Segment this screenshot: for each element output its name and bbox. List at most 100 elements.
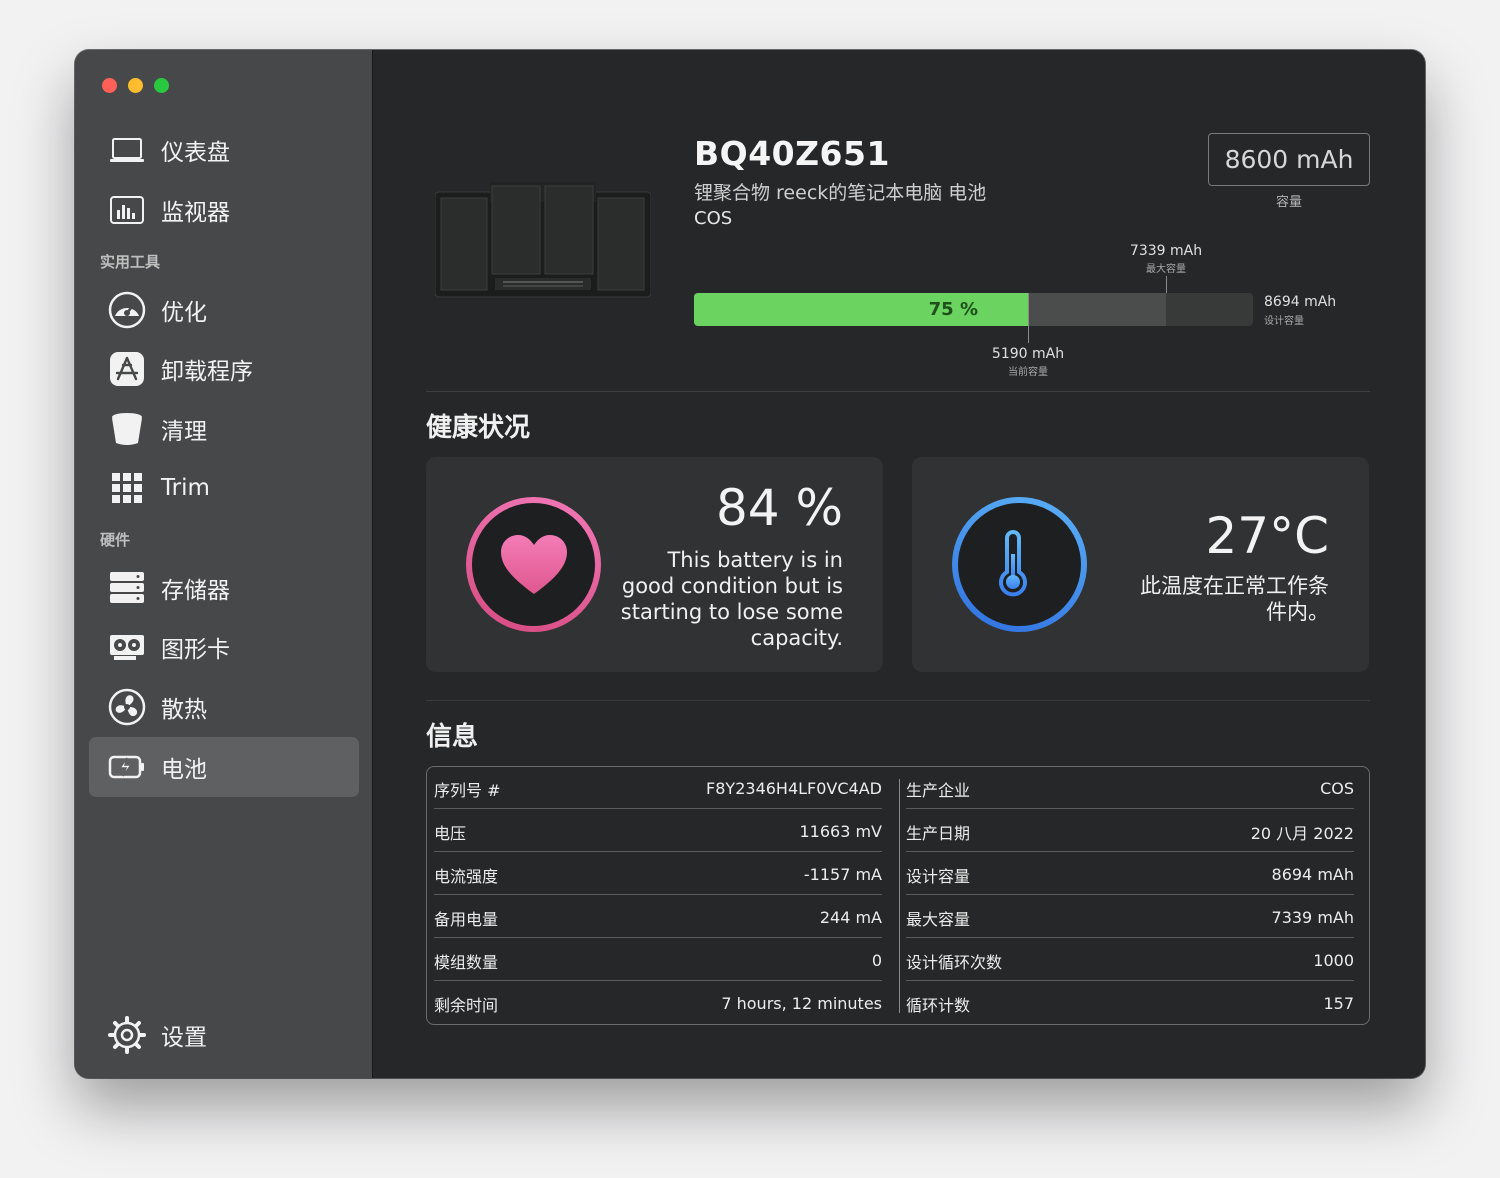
- row-divider: [434, 808, 882, 809]
- sidebar-item-label: 散热: [161, 697, 207, 723]
- info-row: 生产企业 COS: [906, 767, 1354, 810]
- max-capacity-value: 7339 mAh: [1129, 243, 1203, 259]
- info-value: 20 八月 2022: [1250, 823, 1354, 843]
- minimize-window-button[interactable]: [128, 78, 143, 93]
- info-row: 设计容量 8694 mAh: [906, 853, 1354, 896]
- info-row: 序列号 # F8Y2346H4LF0VC4AD: [434, 767, 882, 810]
- info-value: 7 hours, 12 minutes: [721, 994, 882, 1013]
- capacity-label: 容量: [1275, 195, 1302, 210]
- battery-subtitle: 锂聚合物 reeck的笔记本电脑 电池: [694, 182, 987, 204]
- info-row: 剩余时间 7 hours, 12 minutes: [434, 982, 882, 1024]
- capacity-percent: 75 %: [928, 299, 978, 320]
- zoom-window-button[interactable]: [154, 78, 169, 93]
- sidebar-item-optimize[interactable]: 优化: [89, 280, 359, 340]
- info-key: 设计循环次数: [906, 952, 1003, 972]
- section-heading-utilities: 实用工具: [100, 253, 161, 271]
- sidebar-item-label: 卸载程序: [161, 359, 253, 385]
- temperature-card: 27°C 此温度在正常工作条 件内。: [912, 457, 1369, 672]
- sidebar-item-trim[interactable]: Trim: [89, 458, 359, 518]
- info-section-title: 信息: [426, 722, 479, 752]
- info-key: 备用电量: [434, 909, 499, 929]
- graphics-card-icon: [107, 627, 147, 667]
- battery-charge-icon: [107, 747, 147, 787]
- info-key: 模组数量: [434, 952, 499, 972]
- info-key: 生产企业: [906, 780, 971, 800]
- info-value: 8694 mAh: [1271, 865, 1354, 884]
- thermometer-ring: [952, 497, 1087, 632]
- sidebar-item-storage[interactable]: 存储器: [89, 558, 359, 618]
- sidebar-item-monitor[interactable]: 监视器: [89, 180, 359, 240]
- info-value: 244 mA: [819, 908, 882, 927]
- sidebar-item-settings[interactable]: 设置: [89, 1005, 359, 1065]
- heart-ring: [466, 497, 601, 632]
- divider: [426, 700, 1370, 701]
- battery-pack-image: [434, 182, 652, 304]
- temperature-value: 27°C: [1205, 507, 1329, 565]
- sidebar-item-graphics[interactable]: 图形卡: [89, 617, 359, 677]
- health-description: This battery is in good condition but is…: [620, 548, 843, 650]
- info-key: 生产日期: [906, 823, 971, 843]
- sidebar-item-label: 清理: [161, 419, 207, 445]
- info-key: 循环计数: [906, 995, 971, 1015]
- window-controls: [102, 78, 169, 93]
- health-percent: 84 %: [715, 479, 843, 537]
- sidebar-item-label: 优化: [161, 300, 207, 326]
- info-row: 生产日期 20 八月 2022: [906, 810, 1354, 853]
- sidebar-item-cooling[interactable]: 散热: [89, 677, 359, 737]
- sidebar-item-cleanup[interactable]: 清理: [89, 399, 359, 459]
- info-row: 电流强度 -1157 mA: [434, 853, 882, 896]
- info-key: 电压: [434, 823, 467, 843]
- info-value: 157: [1323, 994, 1354, 1013]
- section-heading-hardware: 硬件: [100, 531, 131, 549]
- battery-maker: COS: [694, 208, 733, 229]
- info-value: F8Y2346H4LF0VC4AD: [706, 779, 882, 798]
- info-key: 序列号 #: [434, 780, 501, 800]
- info-value: -1157 mA: [803, 865, 882, 884]
- info-table: 序列号 # F8Y2346H4LF0VC4AD 电压 11663 mV 电流强度 -115…: [426, 766, 1370, 1025]
- info-row: 模组数量 0: [434, 939, 882, 982]
- row-divider: [906, 937, 1354, 938]
- info-value: COS: [1320, 779, 1354, 798]
- sidebar-item-label: 存储器: [161, 578, 230, 604]
- max-capacity-label: 最大容量: [1146, 264, 1186, 275]
- current-capacity-label: 当前容量: [1008, 367, 1048, 378]
- info-row: 最大容量 7339 mAh: [906, 896, 1354, 939]
- row-divider: [906, 851, 1354, 852]
- current-capacity-tick: [1028, 293, 1029, 343]
- current-capacity-value: 5190 mAh: [991, 346, 1065, 362]
- sidebar-item-label: 图形卡: [161, 637, 230, 663]
- health-card: 84 % This battery is in good condition b…: [426, 457, 883, 672]
- info-key: 电流强度: [434, 866, 499, 886]
- sidebar: 仪表盘 监视器 实用工具 优化 卸载程序 清理 Trim 硬件 存储器 图形卡 …: [75, 50, 373, 1078]
- info-column-left: 序列号 # F8Y2346H4LF0VC4AD 电压 11663 mV 电流强度 -115…: [427, 767, 899, 1024]
- info-value: 1000: [1313, 951, 1354, 970]
- row-divider: [906, 980, 1354, 981]
- divider: [426, 391, 1370, 392]
- sidebar-item-label: 监视器: [161, 200, 230, 226]
- row-divider: [434, 851, 882, 852]
- app-store-icon: [107, 349, 147, 389]
- capacity-badge: 8600 mAh: [1208, 133, 1370, 186]
- temperature-description: 此温度在正常工作条 件内。: [1140, 574, 1329, 624]
- health-section-title: 健康状况: [426, 413, 531, 443]
- info-row: 电压 11663 mV: [434, 810, 882, 853]
- row-divider: [906, 808, 1354, 809]
- trash-bin-icon: [107, 409, 147, 449]
- sidebar-item-uninstaller[interactable]: 卸载程序: [89, 339, 359, 399]
- sidebar-item-battery[interactable]: 电池: [89, 737, 359, 797]
- sidebar-item-dashboard[interactable]: 仪表盘: [89, 120, 359, 180]
- row-divider: [434, 894, 882, 895]
- info-key: 设计容量: [906, 866, 971, 886]
- app-window: 仪表盘 监视器 实用工具 优化 卸载程序 清理 Trim 硬件 存储器 图形卡 …: [75, 50, 1425, 1078]
- laptop-icon: [107, 130, 147, 170]
- row-divider: [906, 894, 1354, 895]
- storage-drives-icon: [107, 568, 147, 608]
- capacity-bar: 75 %: [694, 293, 1253, 326]
- info-row: 循环计数 157: [906, 982, 1354, 1024]
- battery-model: BQ40Z651: [694, 134, 890, 173]
- monitor-chart-icon: [107, 190, 147, 230]
- info-key: 最大容量: [906, 909, 971, 929]
- row-divider: [434, 980, 882, 981]
- design-capacity-value: 8694 mAh: [1264, 294, 1337, 310]
- close-window-button[interactable]: [102, 78, 117, 93]
